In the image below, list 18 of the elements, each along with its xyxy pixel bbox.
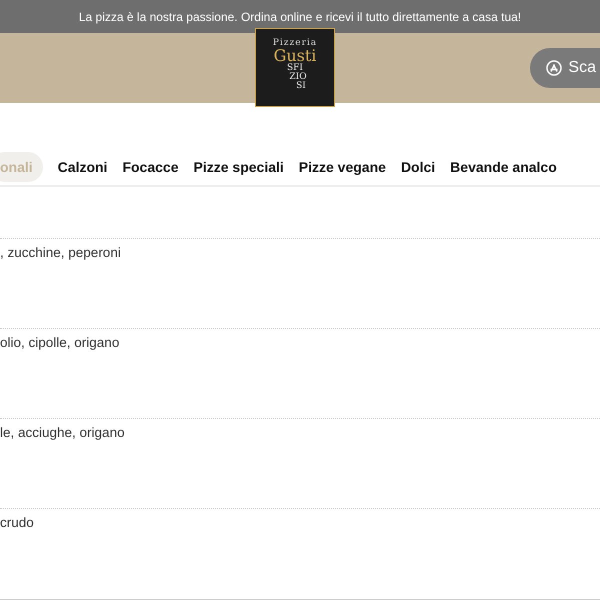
category-tab[interactable]: Pizze vegane (298, 152, 386, 182)
item-description: , zucchine, peperoni (0, 245, 121, 260)
category-tab[interactable]: Dolci (400, 152, 436, 182)
logo-text: SI (296, 82, 306, 91)
announcement-text: La pizza è la nostra passione. Ordina online e ricevi il tutto direttamente a casa tua! (78, 10, 522, 24)
logo-text: SFI (287, 64, 303, 73)
category-tab[interactable]: Bevande analco (450, 152, 557, 182)
category-tab[interactable]: Pizze speciali (194, 152, 284, 182)
category-tab[interactable]: Focacce (122, 152, 178, 182)
item-description: olio, cipolle, origano (0, 335, 120, 350)
logo-text: ZIO (289, 73, 307, 82)
category-tab[interactable]: Calzoni (58, 152, 108, 182)
item-description: le, acciughe, origano (0, 425, 125, 440)
logo-name: Gusti (274, 48, 316, 64)
item-description: crudo (0, 515, 34, 530)
logo-text: Pizzeria (272, 39, 318, 48)
app-store-icon (546, 60, 562, 76)
header-button[interactable]: Sca (530, 48, 600, 88)
